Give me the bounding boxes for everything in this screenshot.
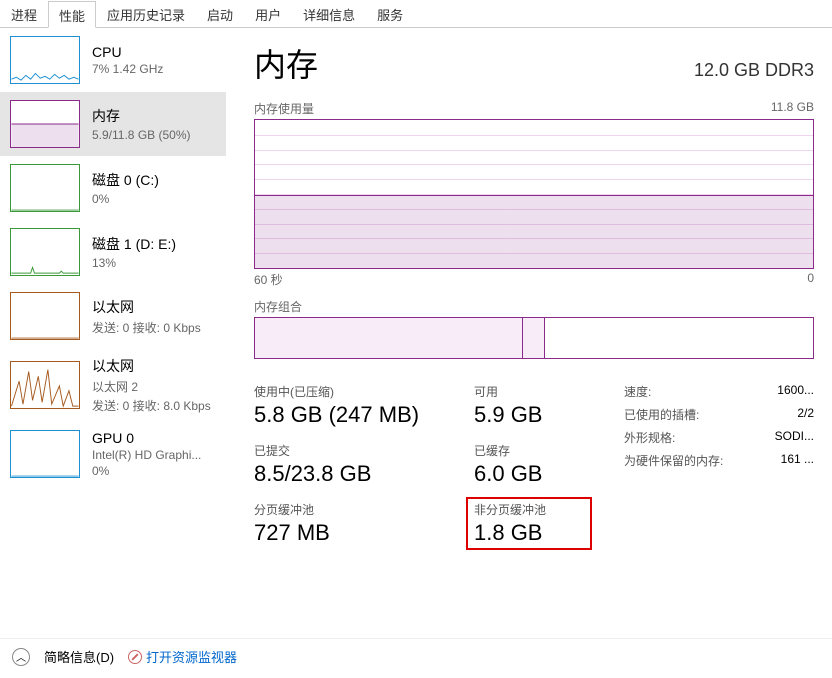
sidebar: CPU 7% 1.42 GHz 内存 5.9/11.8 GB (50%) 磁盘 0 (C… (0, 28, 226, 638)
sidebar-item-2[interactable]: 磁盘 0 (C:) 0% (0, 156, 226, 220)
tab-1[interactable]: 性能 (48, 1, 96, 28)
tab-3[interactable]: 启动 (196, 0, 244, 27)
sidebar-item-title: CPU (92, 44, 163, 60)
composition-bar (254, 317, 814, 359)
sidebar-item-sub: 发送: 0 接收: 0 Kbps (92, 319, 201, 336)
sidebar-thumb-icon (10, 100, 80, 148)
tab-6[interactable]: 服务 (366, 0, 414, 27)
sidebar-item-sub: 0% (92, 464, 201, 478)
sidebar-thumb-icon (10, 361, 80, 409)
sidebar-item-sub2: 以太网 2 (92, 378, 211, 395)
detail-pane: 内存 12.0 GB DDR3 内存使用量 11.8 GB 60 秒 0 (226, 28, 832, 638)
stats-right: 速度:1600... 已使用的插槽:2/2 外形规格:SODI... 为硬件保留的内存… (624, 383, 814, 546)
sidebar-item-1[interactable]: 内存 5.9/11.8 GB (50%) (0, 92, 226, 156)
sidebar-item-0[interactable]: CPU 7% 1.42 GHz (0, 28, 226, 92)
sidebar-item-title: 内存 (92, 106, 191, 126)
sidebar-item-title: GPU 0 (92, 430, 201, 446)
tab-5[interactable]: 详细信息 (292, 0, 366, 27)
sidebar-item-sub: 7% 1.42 GHz (92, 62, 163, 76)
sidebar-thumb-icon (10, 164, 80, 212)
sidebar-thumb-icon (10, 228, 80, 276)
x-left: 60 秒 (254, 271, 283, 288)
sidebar-item-sub: 5.9/11.8 GB (50%) (92, 128, 191, 142)
stat-available: 可用 5.9 GB (474, 383, 584, 428)
sidebar-item-3[interactable]: 磁盘 1 (D: E:) 13% (0, 220, 226, 284)
stat-cached: 已缓存 6.0 GB (474, 442, 584, 487)
tab-0[interactable]: 进程 (0, 0, 48, 27)
usage-label: 内存使用量 (254, 100, 314, 117)
sidebar-thumb-icon (10, 430, 80, 478)
comp-segment (523, 318, 545, 358)
composition-label: 内存组合 (254, 298, 814, 315)
stat-paged-pool: 分页缓冲池 727 MB (254, 501, 474, 546)
sidebar-item-title: 磁盘 1 (D: E:) (92, 234, 176, 254)
sidebar-item-sub: 13% (92, 256, 176, 270)
tab-2[interactable]: 应用历史记录 (96, 0, 196, 27)
sidebar-thumb-icon (10, 36, 80, 84)
sidebar-item-5[interactable]: 以太网以太网 2 发送: 0 接收: 8.0 Kbps (0, 348, 226, 422)
usage-max: 11.8 GB (771, 100, 814, 117)
open-resource-monitor-link[interactable]: 打开资源监视器 (128, 647, 237, 666)
sidebar-item-sub: 发送: 0 接收: 8.0 Kbps (92, 397, 211, 414)
stat-in-use: 使用中(已压缩) 5.8 GB (247 MB) (254, 383, 474, 428)
footer: ︿ 简略信息(D) 打开资源监视器 (0, 638, 832, 674)
sidebar-item-title: 磁盘 0 (C:) (92, 170, 159, 190)
sidebar-item-title: 以太网 (92, 297, 201, 317)
spec-row: 为硬件保留的内存:161 ... (624, 452, 814, 469)
spec-row: 已使用的插槽:2/2 (624, 406, 814, 423)
detail-title: 内存 (254, 40, 318, 86)
sidebar-item-6[interactable]: GPU 0 Intel(R) HD Graphi... 0% (0, 422, 226, 486)
x-right: 0 (807, 271, 814, 288)
tab-bar: 进程性能应用历史记录启动用户详细信息服务 (0, 0, 832, 28)
stat-committed: 已提交 8.5/23.8 GB (254, 442, 474, 487)
sidebar-item-4[interactable]: 以太网发送: 0 接收: 0 Kbps (0, 284, 226, 348)
stat-nonpaged-pool: 非分页缓冲池 1.8 GB (466, 497, 592, 550)
comp-segment (545, 318, 813, 358)
memory-spec: 12.0 GB DDR3 (694, 60, 814, 81)
sidebar-item-title: 以太网 (92, 356, 211, 376)
brief-info-button[interactable]: 简略信息(D) (44, 647, 114, 666)
comp-segment (255, 318, 523, 358)
sidebar-thumb-icon (10, 292, 80, 340)
sidebar-item-sub2: Intel(R) HD Graphi... (92, 448, 201, 462)
usage-graph (254, 119, 814, 269)
tab-4[interactable]: 用户 (244, 0, 292, 27)
sidebar-item-sub: 0% (92, 192, 159, 206)
spec-row: 外形规格:SODI... (624, 429, 814, 446)
chevron-up-icon[interactable]: ︿ (12, 648, 30, 666)
compass-icon (128, 650, 142, 664)
spec-row: 速度:1600... (624, 383, 814, 400)
